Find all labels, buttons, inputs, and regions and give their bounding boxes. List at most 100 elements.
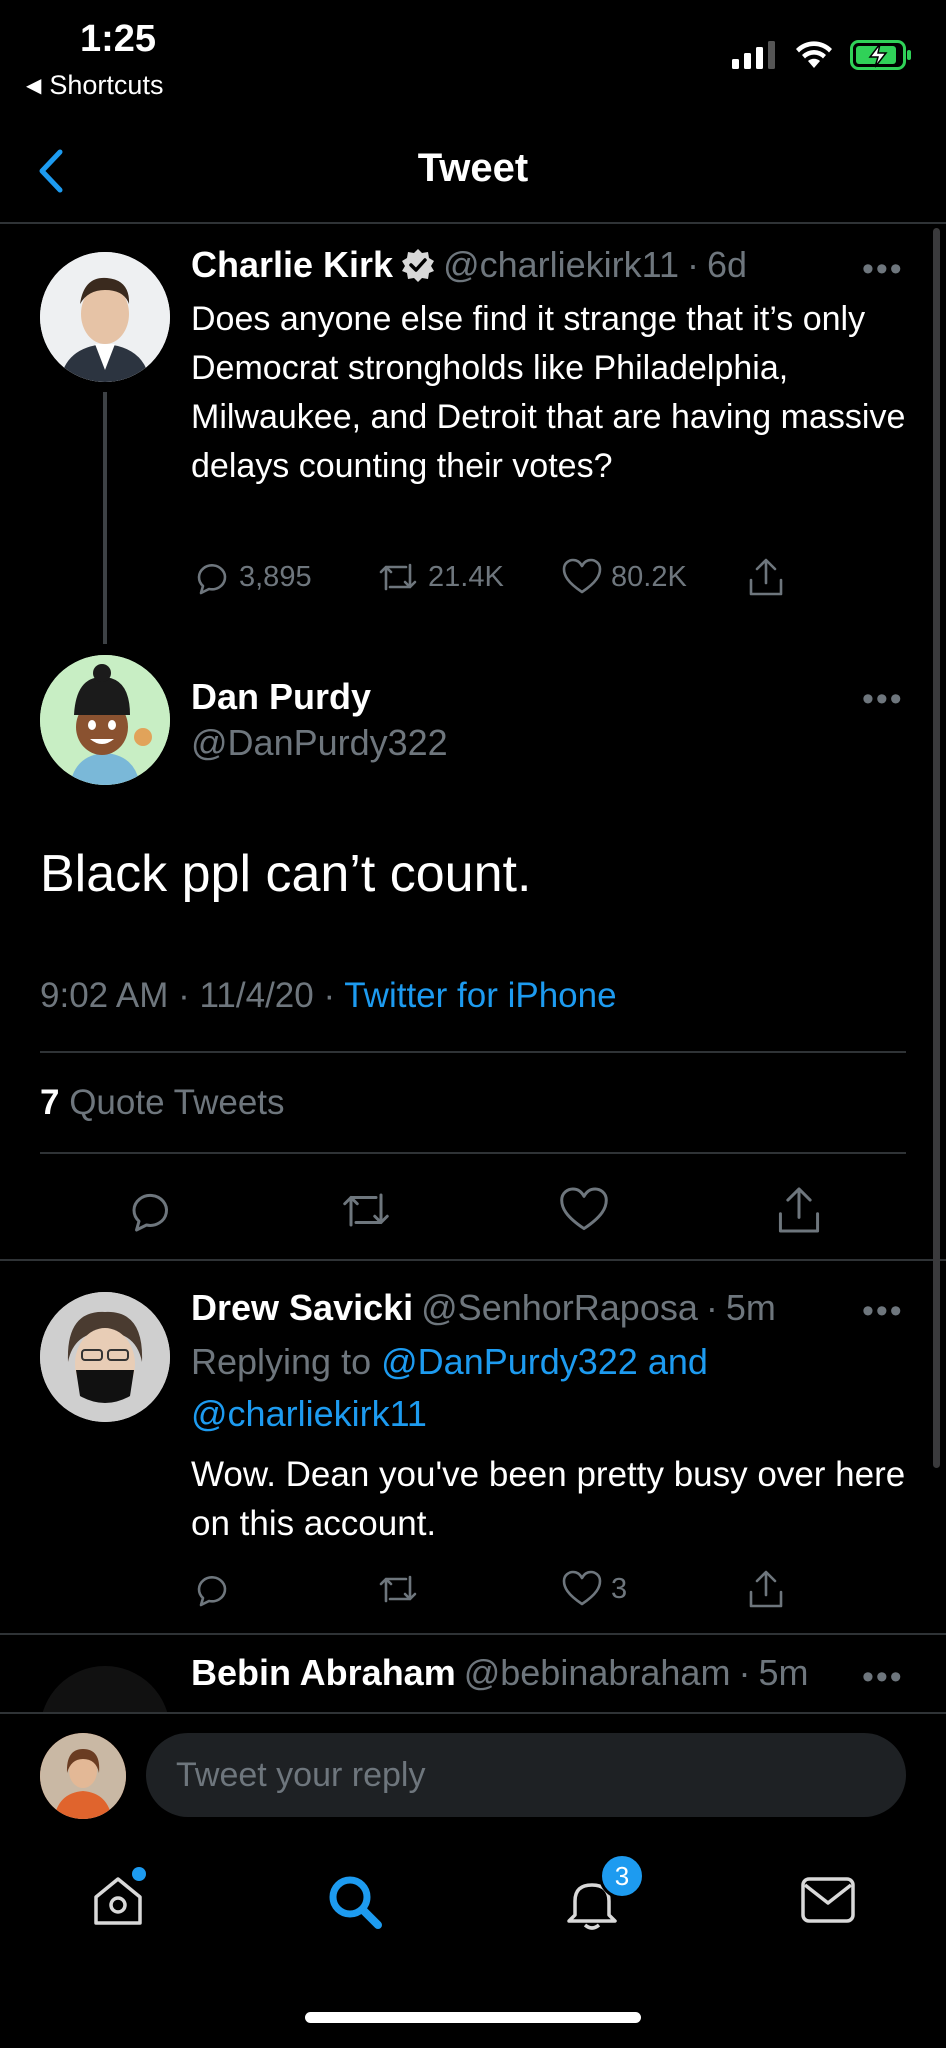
author-name[interactable]: Drew Savicki xyxy=(191,1287,413,1329)
share-button[interactable] xyxy=(746,1568,786,1610)
wifi-icon xyxy=(796,41,832,68)
current-user-avatar[interactable] xyxy=(40,1733,126,1819)
reply-icon xyxy=(197,1576,227,1607)
share-icon[interactable] xyxy=(774,1184,824,1236)
heart-icon xyxy=(562,558,602,594)
author-name[interactable]: Dan Purdy xyxy=(191,676,371,718)
tweet-actions: 3,895 21.4K 80.2K xyxy=(191,556,831,598)
retweet-count: 21.4K xyxy=(428,560,504,593)
tab-notifications[interactable]: 3 xyxy=(563,1853,645,1931)
reply-header: Bebin Abraham @bebinabraham · 5m xyxy=(191,1652,808,1694)
verified-badge-icon xyxy=(402,249,435,282)
like-button[interactable]: 3 xyxy=(561,1569,746,1609)
search-icon xyxy=(329,1876,382,1929)
reply-age: 5m xyxy=(725,1287,776,1328)
avatar-drew-savicki[interactable] xyxy=(40,1292,170,1422)
heart-icon xyxy=(562,1570,602,1606)
tweet-text: Does anyone else find it strange that it… xyxy=(191,300,906,485)
mail-icon xyxy=(801,1877,855,1923)
author-handle[interactable]: @charliekirk11 xyxy=(443,244,679,286)
retweet-button[interactable]: 21.4K xyxy=(376,557,561,597)
separator-dot: · xyxy=(705,1287,718,1328)
avatar-dan-purdy[interactable] xyxy=(40,655,170,785)
share-icon xyxy=(749,558,783,596)
author-name[interactable]: Bebin Abraham xyxy=(191,1652,456,1694)
more-options-button[interactable]: ••• xyxy=(862,1292,904,1331)
notifications-badge: 3 xyxy=(599,1853,645,1899)
main-tweet-text: Black ppl can’t count. xyxy=(40,845,532,903)
reply-item-partial: Bebin Abraham @bebinabraham · 5m ••• xyxy=(0,1634,946,1714)
reply-text: Wow. Dean you've been pretty busy over h… xyxy=(191,1455,906,1543)
retweet-icon[interactable] xyxy=(338,1185,394,1235)
reply-count: 3,895 xyxy=(239,560,312,593)
scrollbar[interactable] xyxy=(933,228,940,1468)
home-indicator[interactable] xyxy=(305,2012,641,2023)
status-time: 1:25 xyxy=(80,18,157,60)
reply-age: 5m xyxy=(758,1652,809,1693)
reply-icon xyxy=(197,564,227,595)
share-button[interactable] xyxy=(746,556,786,598)
reply-icon[interactable] xyxy=(124,1185,174,1235)
back-app-label: Shortcuts xyxy=(49,70,164,100)
separator-dot: · xyxy=(687,244,700,285)
retweet-icon xyxy=(379,563,417,591)
quote-tweets-link[interactable]: 7 Quote Tweets xyxy=(40,1083,285,1123)
tab-messages[interactable] xyxy=(800,1875,856,1925)
tweet-source-link[interactable]: Twitter for iPhone xyxy=(344,976,616,1015)
like-count: 80.2K xyxy=(611,560,687,593)
avatar-charlie-kirk[interactable] xyxy=(40,252,170,382)
signal-icon xyxy=(732,41,775,69)
author-handle[interactable]: @SenhorRaposa xyxy=(421,1287,698,1329)
avatar-bebin-abraham[interactable] xyxy=(40,1666,170,1714)
more-options-button[interactable]: ••• xyxy=(862,680,904,719)
tweet-age: 6d xyxy=(707,244,748,285)
tab-search[interactable] xyxy=(326,1873,384,1931)
reply-header: Drew Savicki @SenhorRaposa · 5m xyxy=(191,1287,776,1329)
heart-icon[interactable] xyxy=(558,1185,610,1235)
replying-to: Replying to @DanPurdy322 and @charliekir… xyxy=(191,1336,891,1440)
avatar-person-image xyxy=(40,1733,126,1819)
avatar-person-image xyxy=(40,1292,170,1422)
replying-to-label: Replying to xyxy=(191,1341,372,1382)
more-options-button[interactable]: ••• xyxy=(862,1658,904,1697)
status-icons xyxy=(732,40,912,70)
page-title: Tweet xyxy=(417,146,529,190)
like-button[interactable]: 80.2K xyxy=(561,557,746,597)
avatar-memoji-image xyxy=(40,655,170,785)
author-handle[interactable]: @DanPurdy322 xyxy=(191,722,448,764)
meta-divider xyxy=(40,1051,906,1053)
main-tweet-actions xyxy=(124,1184,824,1236)
composer-divider xyxy=(0,1712,946,1714)
back-to-app-link[interactable]: ◀ Shortcuts xyxy=(26,70,163,101)
separator-dot: · xyxy=(178,976,200,1015)
tab-home[interactable] xyxy=(90,1867,146,1929)
separator-dot: · xyxy=(323,976,345,1015)
mention-link[interactable]: @charliekirk11 xyxy=(191,1393,427,1434)
reply-button[interactable]: 3,895 xyxy=(191,557,376,597)
thread-connector-line xyxy=(103,392,107,644)
retweet-button[interactable] xyxy=(376,1569,561,1609)
tweet-time: 9:02 AM xyxy=(40,976,169,1015)
mention-link[interactable]: @DanPurdy322 and xyxy=(381,1341,708,1382)
quote-tweet-count: 7 xyxy=(40,1083,60,1122)
like-count: 3 xyxy=(611,1572,628,1605)
reply-input[interactable]: Tweet your reply xyxy=(146,1733,906,1817)
reply-actions: 3 xyxy=(191,1568,831,1610)
tweet-meta: 9:02 AM · 11/4/20 · Twitter for iPhone xyxy=(40,976,617,1016)
battery-charging-icon xyxy=(850,40,911,70)
stats-divider xyxy=(40,1152,906,1154)
avatar-person-image xyxy=(40,252,170,382)
retweet-icon xyxy=(379,1575,417,1603)
reply-button[interactable] xyxy=(191,1569,376,1609)
unread-dot xyxy=(132,1867,146,1881)
quote-tweet-label: Quote Tweets xyxy=(69,1083,285,1122)
tweet-header: Charlie Kirk @charliekirk11 · 6d xyxy=(191,244,747,286)
share-icon xyxy=(749,1570,783,1608)
bottom-tab-bar: 3 xyxy=(0,1853,946,1955)
author-handle[interactable]: @bebinabraham xyxy=(464,1652,731,1694)
actions-divider xyxy=(0,1259,946,1261)
back-triangle-icon: ◀ xyxy=(26,75,42,97)
top-navigation-bar: Tweet xyxy=(0,124,946,224)
author-name[interactable]: Charlie Kirk xyxy=(191,244,393,286)
more-options-button[interactable]: ••• xyxy=(862,250,904,289)
